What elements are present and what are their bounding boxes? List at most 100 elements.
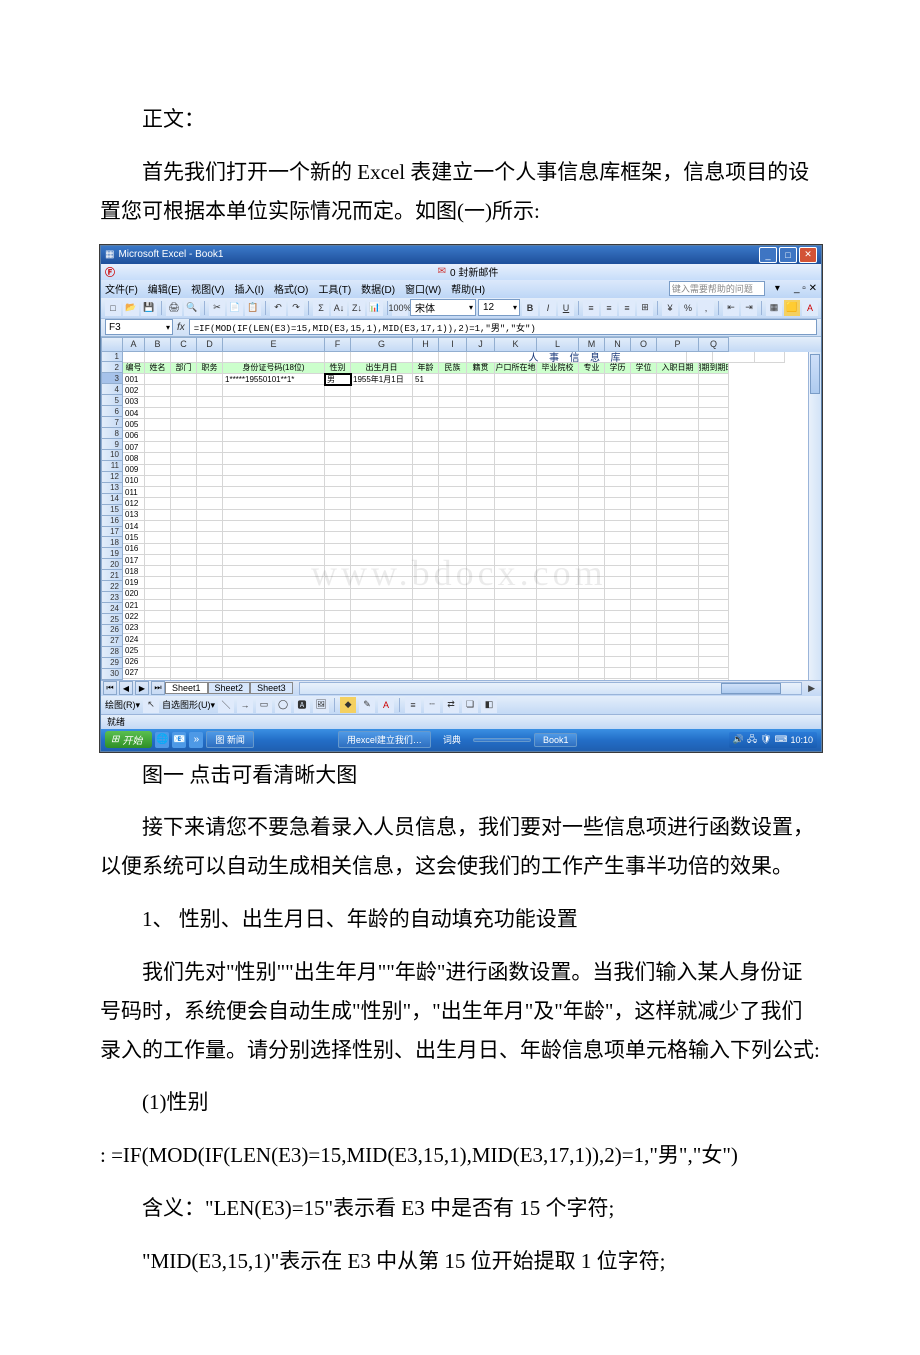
cell[interactable] bbox=[223, 510, 325, 521]
cell[interactable] bbox=[631, 657, 657, 668]
cell[interactable]: 毕业院校 bbox=[537, 363, 579, 374]
cell[interactable] bbox=[579, 476, 605, 487]
cell[interactable] bbox=[413, 419, 439, 430]
cell[interactable] bbox=[631, 577, 657, 588]
row-number[interactable]: 14 bbox=[101, 494, 123, 505]
cell[interactable] bbox=[145, 566, 171, 577]
cell[interactable] bbox=[657, 589, 699, 600]
cell[interactable] bbox=[631, 589, 657, 600]
column-header[interactable]: C bbox=[171, 337, 197, 352]
underline-button[interactable]: U bbox=[558, 300, 574, 316]
cell[interactable] bbox=[699, 442, 729, 453]
cell[interactable]: 籍贯 bbox=[467, 363, 495, 374]
cell[interactable] bbox=[439, 589, 467, 600]
cell[interactable] bbox=[325, 408, 351, 419]
cell[interactable]: 007 bbox=[123, 442, 145, 453]
cell[interactable] bbox=[351, 623, 413, 634]
cell[interactable] bbox=[579, 544, 605, 555]
cell[interactable] bbox=[171, 510, 197, 521]
cell[interactable]: 年龄 bbox=[413, 363, 439, 374]
align-left-button[interactable]: ≡ bbox=[583, 300, 599, 316]
preview-button[interactable]: 🔍 bbox=[184, 300, 200, 316]
cell[interactable]: 002 bbox=[123, 385, 145, 396]
cell[interactable] bbox=[657, 521, 699, 532]
cell[interactable] bbox=[605, 555, 631, 566]
cell[interactable] bbox=[495, 431, 537, 442]
window-close-button[interactable]: ✕ bbox=[799, 247, 817, 263]
cell[interactable] bbox=[537, 465, 579, 476]
help-search-input[interactable]: 键入需要帮助的问题 bbox=[669, 281, 765, 296]
cell[interactable] bbox=[467, 532, 495, 543]
cell[interactable] bbox=[699, 589, 729, 600]
cell[interactable] bbox=[631, 465, 657, 476]
cell[interactable] bbox=[605, 442, 631, 453]
cell[interactable] bbox=[197, 668, 223, 679]
cell[interactable] bbox=[223, 555, 325, 566]
cell[interactable] bbox=[325, 566, 351, 577]
cell[interactable] bbox=[145, 465, 171, 476]
cell[interactable] bbox=[145, 532, 171, 543]
cell[interactable] bbox=[699, 498, 729, 509]
cell[interactable] bbox=[699, 408, 729, 419]
cell[interactable] bbox=[197, 397, 223, 408]
cell[interactable] bbox=[413, 442, 439, 453]
cell[interactable] bbox=[605, 521, 631, 532]
cell[interactable] bbox=[171, 668, 197, 679]
cell[interactable] bbox=[171, 408, 197, 419]
cell[interactable] bbox=[657, 465, 699, 476]
cell[interactable]: 012 bbox=[123, 498, 145, 509]
sheet-tab[interactable]: Sheet2 bbox=[208, 682, 251, 694]
cell[interactable] bbox=[145, 611, 171, 622]
cell[interactable] bbox=[223, 419, 325, 430]
cell[interactable] bbox=[699, 532, 729, 543]
cell[interactable] bbox=[699, 385, 729, 396]
cell[interactable]: 户口所在地 bbox=[495, 363, 537, 374]
cell[interactable] bbox=[631, 645, 657, 656]
new-button[interactable]: □ bbox=[105, 300, 121, 316]
row-number[interactable]: 10 bbox=[101, 450, 123, 461]
3d-button[interactable]: ◧ bbox=[481, 697, 497, 713]
cell[interactable] bbox=[171, 544, 197, 555]
cell[interactable] bbox=[537, 634, 579, 645]
cell[interactable] bbox=[631, 634, 657, 645]
taskbar-item[interactable]: Book1 bbox=[534, 733, 578, 747]
cell[interactable]: 1955年1月1日 bbox=[351, 374, 413, 385]
cell[interactable] bbox=[467, 408, 495, 419]
cell[interactable] bbox=[145, 544, 171, 555]
cell[interactable] bbox=[495, 645, 537, 656]
cell[interactable] bbox=[413, 476, 439, 487]
cell[interactable] bbox=[495, 498, 537, 509]
cell[interactable] bbox=[197, 645, 223, 656]
cell[interactable]: 姓名 bbox=[145, 363, 171, 374]
undo-button[interactable]: ↶ bbox=[270, 300, 286, 316]
cell[interactable] bbox=[351, 611, 413, 622]
cell[interactable] bbox=[657, 668, 699, 679]
cell[interactable] bbox=[699, 374, 729, 385]
row-number[interactable]: 29 bbox=[101, 658, 123, 669]
cell[interactable] bbox=[223, 397, 325, 408]
cell[interactable] bbox=[579, 611, 605, 622]
cell[interactable] bbox=[223, 600, 325, 611]
cell[interactable] bbox=[171, 374, 197, 385]
cell[interactable] bbox=[325, 634, 351, 645]
menu-data[interactable]: 数据(D) bbox=[361, 281, 395, 296]
row-number[interactable]: 13 bbox=[101, 483, 123, 494]
column-header[interactable]: L bbox=[537, 337, 579, 352]
cell[interactable] bbox=[495, 374, 537, 385]
cell[interactable] bbox=[495, 408, 537, 419]
cell[interactable]: 006 bbox=[123, 431, 145, 442]
draw-menu[interactable]: 绘图(R)▾ bbox=[105, 698, 140, 711]
select-all-corner[interactable] bbox=[101, 337, 123, 352]
cell[interactable] bbox=[413, 453, 439, 464]
cell[interactable] bbox=[223, 442, 325, 453]
cell[interactable]: 014 bbox=[123, 521, 145, 532]
cell[interactable] bbox=[413, 397, 439, 408]
row-number[interactable]: 20 bbox=[101, 559, 123, 570]
cell[interactable] bbox=[537, 577, 579, 588]
indent-dec-button[interactable]: ⇤ bbox=[723, 300, 739, 316]
cell[interactable] bbox=[123, 352, 145, 363]
menu-tools[interactable]: 工具(T) bbox=[318, 281, 351, 296]
taskbar-item[interactable] bbox=[473, 738, 531, 742]
cell[interactable] bbox=[605, 374, 631, 385]
cell[interactable] bbox=[413, 577, 439, 588]
